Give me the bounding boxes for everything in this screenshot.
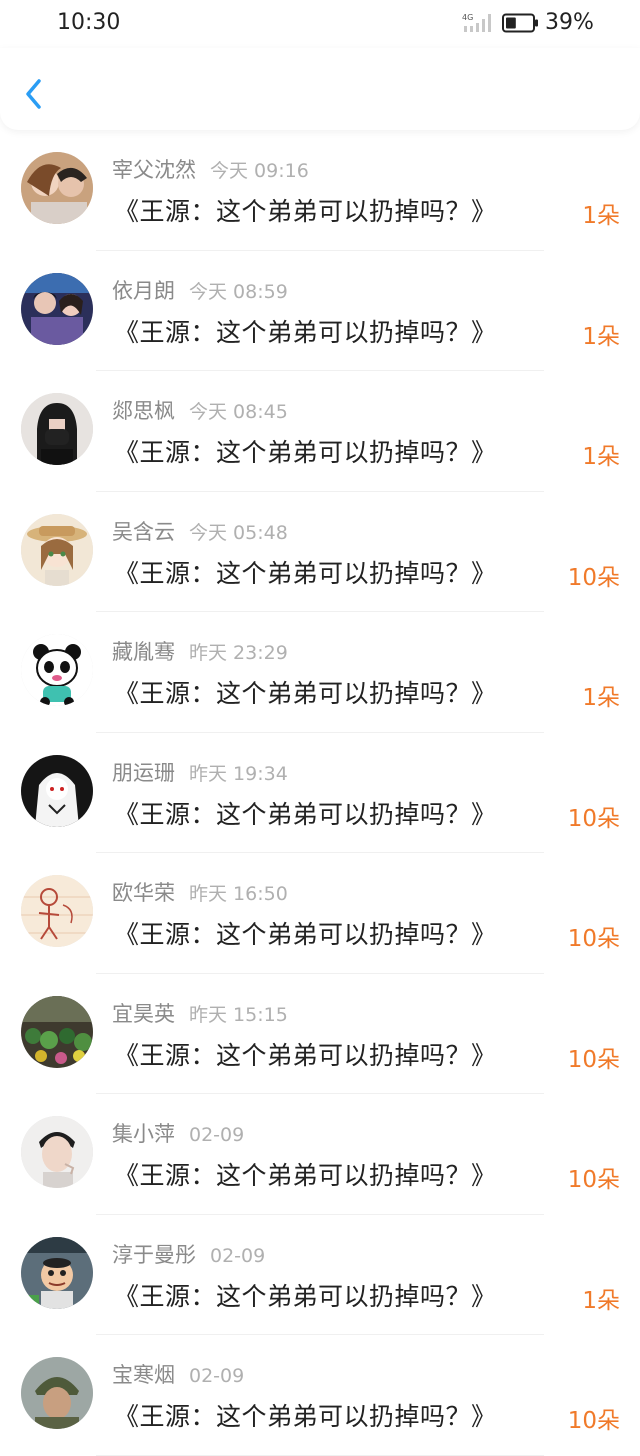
avatar-image bbox=[21, 513, 93, 586]
message-text[interactable]: 《王源：这个弟弟可以扔掉吗？》 bbox=[114, 1397, 497, 1433]
list-item[interactable]: 宝寒烟 02-09 《王源：这个弟弟可以扔掉吗？》 10朵 bbox=[0, 1335, 640, 1456]
user-name[interactable]: 宰父沈然 bbox=[112, 158, 196, 182]
user-name[interactable]: 郯思枫 bbox=[112, 399, 175, 423]
flower-count: 1朵 bbox=[582, 444, 620, 470]
flower-count: 1朵 bbox=[582, 203, 620, 229]
timestamp: 今天 08:45 bbox=[189, 401, 288, 423]
timestamp: 02-09 bbox=[210, 1244, 266, 1267]
avatar[interactable] bbox=[21, 995, 93, 1068]
avatar[interactable] bbox=[21, 634, 93, 706]
user-name[interactable]: 吴含云 bbox=[112, 520, 175, 544]
avatar-image bbox=[21, 754, 93, 827]
avatar-image bbox=[21, 1116, 93, 1188]
item-meta: 宝寒烟 02-09 bbox=[112, 1359, 244, 1389]
divider bbox=[96, 1454, 544, 1456]
message-text[interactable]: 《王源：这个弟弟可以扔掉吗？》 bbox=[114, 795, 497, 831]
user-name[interactable]: 藏胤骞 bbox=[112, 640, 175, 664]
message-text[interactable]: 《王源：这个弟弟可以扔掉吗？》 bbox=[114, 1156, 497, 1192]
avatar-image bbox=[21, 995, 93, 1068]
message-text[interactable]: 《王源：这个弟弟可以扔掉吗？》 bbox=[114, 915, 497, 951]
battery-percent: 39% bbox=[545, 10, 594, 35]
status-time: 10:30 bbox=[57, 10, 121, 35]
avatar[interactable] bbox=[21, 152, 93, 224]
chevron-left-icon[interactable] bbox=[20, 76, 48, 112]
avatar[interactable] bbox=[21, 1116, 93, 1188]
avatar[interactable] bbox=[21, 754, 93, 827]
user-name[interactable]: 宜昊英 bbox=[112, 1002, 175, 1026]
list-item[interactable]: 集小萍 02-09 《王源：这个弟弟可以扔掉吗？》 10朵 bbox=[0, 1094, 640, 1215]
list-item[interactable]: 吴含云 今天 05:48 《王源：这个弟弟可以扔掉吗？》 10朵 bbox=[0, 492, 640, 612]
avatar-image bbox=[21, 634, 93, 706]
user-name[interactable]: 朋运珊 bbox=[112, 761, 175, 785]
timestamp: 昨天 23:29 bbox=[189, 642, 288, 664]
avatar-image bbox=[21, 152, 93, 224]
timestamp: 今天 09:16 bbox=[210, 160, 309, 182]
flower-count: 1朵 bbox=[582, 323, 620, 350]
nav-bar bbox=[0, 48, 640, 130]
timestamp: 昨天 16:50 bbox=[189, 883, 288, 905]
flower-count: 10朵 bbox=[567, 1167, 620, 1193]
list-item[interactable]: 宜昊英 昨天 15:15 《王源：这个弟弟可以扔掉吗？》 10朵 bbox=[0, 974, 640, 1094]
message-text[interactable]: 《王源：这个弟弟可以扔掉吗？》 bbox=[114, 554, 497, 590]
gift-list: 宰父沈然 今天 09:16 《王源：这个弟弟可以扔掉吗？》 1朵 依月朗 今天 08… bbox=[0, 130, 640, 1456]
message-text[interactable]: 《王源：这个弟弟可以扔掉吗？》 bbox=[114, 192, 497, 228]
message-text[interactable]: 《王源：这个弟弟可以扔掉吗？》 bbox=[114, 313, 497, 349]
avatar-image bbox=[21, 1236, 93, 1309]
list-item[interactable]: 藏胤骞 昨天 23:29 《王源：这个弟弟可以扔掉吗？》 1朵 bbox=[0, 612, 640, 733]
item-meta: 宰父沈然 今天 09:16 bbox=[112, 154, 309, 184]
avatar-image bbox=[21, 1357, 93, 1429]
avatar[interactable] bbox=[21, 875, 93, 947]
timestamp: 02-09 bbox=[189, 1124, 245, 1146]
flower-count: 10朵 bbox=[567, 1046, 620, 1073]
item-meta: 朋运珊 昨天 19:34 bbox=[112, 757, 288, 787]
item-meta: 依月朗 今天 08:59 bbox=[112, 275, 288, 305]
timestamp: 02-09 bbox=[189, 1365, 245, 1387]
item-meta: 淳于曼彤 02-09 bbox=[112, 1239, 265, 1269]
timestamp: 今天 05:48 bbox=[189, 521, 288, 544]
flower-count: 10朵 bbox=[567, 926, 620, 952]
list-item[interactable]: 宰父沈然 今天 09:16 《王源：这个弟弟可以扔掉吗？》 1朵 bbox=[0, 130, 640, 251]
avatar[interactable] bbox=[21, 1236, 93, 1309]
message-text[interactable]: 《王源：这个弟弟可以扔掉吗？》 bbox=[114, 674, 497, 710]
item-meta: 吴含云 今天 05:48 bbox=[112, 516, 288, 546]
user-name[interactable]: 集小萍 bbox=[112, 1122, 175, 1146]
item-meta: 藏胤骞 昨天 23:29 bbox=[112, 636, 288, 666]
user-name[interactable]: 欧华荣 bbox=[112, 881, 175, 905]
flower-count: 1朵 bbox=[582, 1287, 620, 1314]
avatar-image bbox=[21, 272, 93, 345]
timestamp: 今天 08:59 bbox=[189, 280, 288, 303]
network-label: 4G bbox=[462, 13, 473, 22]
user-name[interactable]: 淳于曼彤 bbox=[112, 1243, 196, 1267]
list-item[interactable]: 郯思枫 今天 08:45 《王源：这个弟弟可以扔掉吗？》 1朵 bbox=[0, 371, 640, 492]
avatar[interactable] bbox=[21, 1357, 93, 1429]
signal-4g-icon: 4G bbox=[462, 13, 491, 32]
list-item[interactable]: 欧华荣 昨天 16:50 《王源：这个弟弟可以扔掉吗？》 10朵 bbox=[0, 853, 640, 974]
status-bar: 10:30 4G 39% bbox=[0, 0, 640, 48]
list-item[interactable]: 朋运珊 昨天 19:34 《王源：这个弟弟可以扔掉吗？》 10朵 bbox=[0, 733, 640, 853]
user-name[interactable]: 依月朗 bbox=[112, 279, 175, 303]
avatar-image bbox=[21, 393, 93, 465]
timestamp: 昨天 19:34 bbox=[189, 762, 288, 785]
list-item[interactable]: 依月朗 今天 08:59 《王源：这个弟弟可以扔掉吗？》 1朵 bbox=[0, 251, 640, 371]
avatar[interactable] bbox=[21, 393, 93, 465]
message-text[interactable]: 《王源：这个弟弟可以扔掉吗？》 bbox=[114, 433, 497, 469]
flower-count: 10朵 bbox=[567, 805, 620, 832]
user-name[interactable]: 宝寒烟 bbox=[112, 1363, 175, 1387]
item-meta: 宜昊英 昨天 15:15 bbox=[112, 998, 288, 1028]
avatar-image bbox=[21, 875, 93, 947]
avatar[interactable] bbox=[21, 513, 93, 586]
message-text[interactable]: 《王源：这个弟弟可以扔掉吗？》 bbox=[114, 1277, 497, 1313]
battery-icon bbox=[502, 13, 538, 33]
timestamp: 昨天 15:15 bbox=[189, 1003, 288, 1026]
message-text[interactable]: 《王源：这个弟弟可以扔掉吗？》 bbox=[114, 1036, 497, 1072]
item-meta: 集小萍 02-09 bbox=[112, 1118, 244, 1148]
item-meta: 欧华荣 昨天 16:50 bbox=[112, 877, 288, 907]
avatar[interactable] bbox=[21, 272, 93, 345]
flower-count: 10朵 bbox=[567, 1408, 620, 1434]
list-item[interactable]: 淳于曼彤 02-09 《王源：这个弟弟可以扔掉吗？》 1朵 bbox=[0, 1215, 640, 1335]
flower-count: 10朵 bbox=[567, 564, 620, 591]
item-meta: 郯思枫 今天 08:45 bbox=[112, 395, 288, 425]
flower-count: 1朵 bbox=[582, 685, 620, 711]
